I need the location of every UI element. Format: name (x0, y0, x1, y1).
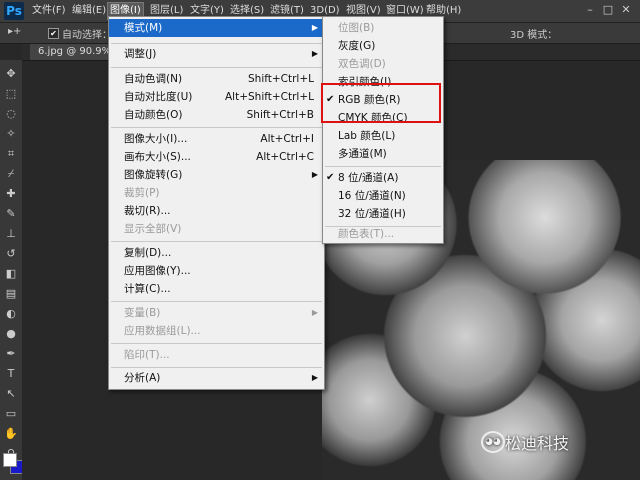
menu-item-mode[interactable]: 模式(M) ▶ (109, 19, 324, 37)
menu-item-auto-color[interactable]: 自动颜色(O) Shift+Ctrl+B (109, 106, 324, 124)
menu-item-analysis[interactable]: 分析(A) ▶ (109, 369, 324, 387)
mode-item-grayscale[interactable]: 灰度(G) (323, 37, 443, 55)
lasso-tool-icon[interactable]: ◌ (3, 106, 19, 122)
menu-item-auto-tone[interactable]: 自动色调(N) Shift+Ctrl+L (109, 70, 324, 88)
shape-tool-icon[interactable]: ▭ (3, 406, 19, 422)
menu-item-auto-contrast[interactable]: 自动对比度(U) Alt+Shift+Ctrl+L (109, 88, 324, 106)
auto-select-checkbox[interactable]: ✔ (48, 28, 59, 39)
menu-item-image-size[interactable]: 图像大小(I)... Alt+Ctrl+I (109, 130, 324, 148)
menu-item-variables: 变量(B) ▶ (124, 307, 318, 319)
menu-item-trap: 陷印(T)... (124, 349, 170, 361)
maximize-icon[interactable]: □ (600, 2, 616, 18)
magic-wand-tool-icon[interactable]: ✧ (3, 126, 19, 142)
mode-item-color-table: 颜色表(T)... (338, 228, 395, 240)
mode-item-duotone: 双色调(D) (338, 58, 386, 70)
wechat-icon: ◕◕ (481, 431, 505, 453)
photoshop-logo: Ps (4, 2, 24, 20)
type-tool-icon[interactable]: T (3, 366, 19, 382)
annotation-highlight-box (321, 83, 441, 123)
brush-tool-icon[interactable]: ✎ (3, 206, 19, 222)
move-tool-icon[interactable]: ▸+ (8, 26, 21, 37)
eyedropper-tool-icon[interactable]: ⌿ (3, 166, 19, 182)
image-menu: 模式(M) ▶ 调整(J) ▶ 自动色调(N) Shift+Ctrl+L 自动对比度(… (108, 16, 325, 390)
mode-item-32-bit[interactable]: 32 位/通道(H) (323, 205, 443, 223)
checkmark-icon: ✔ (326, 172, 335, 183)
menu-item-canvas-size[interactable]: 画布大小(S)... Alt+Ctrl+C (109, 148, 324, 166)
menu-item-adjustments[interactable]: 调整(J) ▶ (109, 45, 324, 63)
menu-edit[interactable]: 编辑(E) (70, 3, 108, 19)
menu-item-apply-image[interactable]: 应用图像(Y)... (109, 262, 324, 280)
mode-item-multichannel[interactable]: 多通道(M) (323, 145, 443, 163)
history-brush-tool-icon[interactable]: ↺ (3, 246, 19, 262)
3d-mode-label: 3D 模式： (510, 30, 558, 41)
path-selection-tool-icon[interactable]: ↖ (3, 386, 19, 402)
foreground-color-swatch[interactable] (3, 453, 17, 467)
close-icon[interactable]: ✕ (618, 2, 634, 18)
move-tool-icon[interactable]: ✥ (3, 66, 19, 82)
mode-item-bitmap: 位图(B) (338, 22, 375, 34)
healing-brush-tool-icon[interactable]: ✚ (3, 186, 19, 202)
menu-file[interactable]: 文件(F) (30, 3, 68, 19)
dodge-tool-icon[interactable]: ● (3, 326, 19, 342)
tools-panel: ✥ ⬚ ◌ ✧ ⌗ ⌿ ✚ ✎ ⊥ ↺ ◧ ▤ ◐ ● ✒ T ↖ ▭ ✋ ⚲ (0, 60, 23, 480)
menu-item-reveal-all: 显示全部(V) (124, 223, 182, 235)
menu-item-duplicate[interactable]: 复制(D)... (109, 244, 324, 262)
clone-stamp-tool-icon[interactable]: ⊥ (3, 226, 19, 242)
hand-tool-icon[interactable]: ✋ (3, 426, 19, 442)
menu-item-apply-data-set: 应用数据组(L)... (124, 325, 201, 337)
mode-item-lab-color[interactable]: Lab 颜色(L) (323, 127, 443, 145)
blur-tool-icon[interactable]: ◐ (3, 306, 19, 322)
marquee-tool-icon[interactable]: ⬚ (3, 86, 19, 102)
menu-item-trim[interactable]: 裁切(R)... (109, 202, 324, 220)
watermark-text: 松迪科技 (505, 434, 570, 453)
menu-item-crop: 裁剪(P) (124, 187, 160, 199)
gradient-tool-icon[interactable]: ▤ (3, 286, 19, 302)
minimize-icon[interactable]: – (582, 2, 598, 18)
menu-item-image-rotation[interactable]: 图像旋转(G) ▶ (109, 166, 324, 184)
watermark: ◕◕ 松迪科技 (481, 430, 570, 453)
auto-select-label: 自动选择： (62, 30, 112, 41)
mode-item-16-bit[interactable]: 16 位/通道(N) (323, 187, 443, 205)
mode-item-8-bit[interactable]: ✔ 8 位/通道(A) (323, 169, 443, 187)
pen-tool-icon[interactable]: ✒ (3, 346, 19, 362)
menu-item-calculations[interactable]: 计算(C)... (109, 280, 324, 298)
eraser-tool-icon[interactable]: ◧ (3, 266, 19, 282)
crop-tool-icon[interactable]: ⌗ (3, 146, 19, 162)
mode-submenu: 位图(B) 灰度(G) 双色调(D) 索引颜色(I)... ✔ RGB 颜色(R)… (322, 16, 444, 244)
